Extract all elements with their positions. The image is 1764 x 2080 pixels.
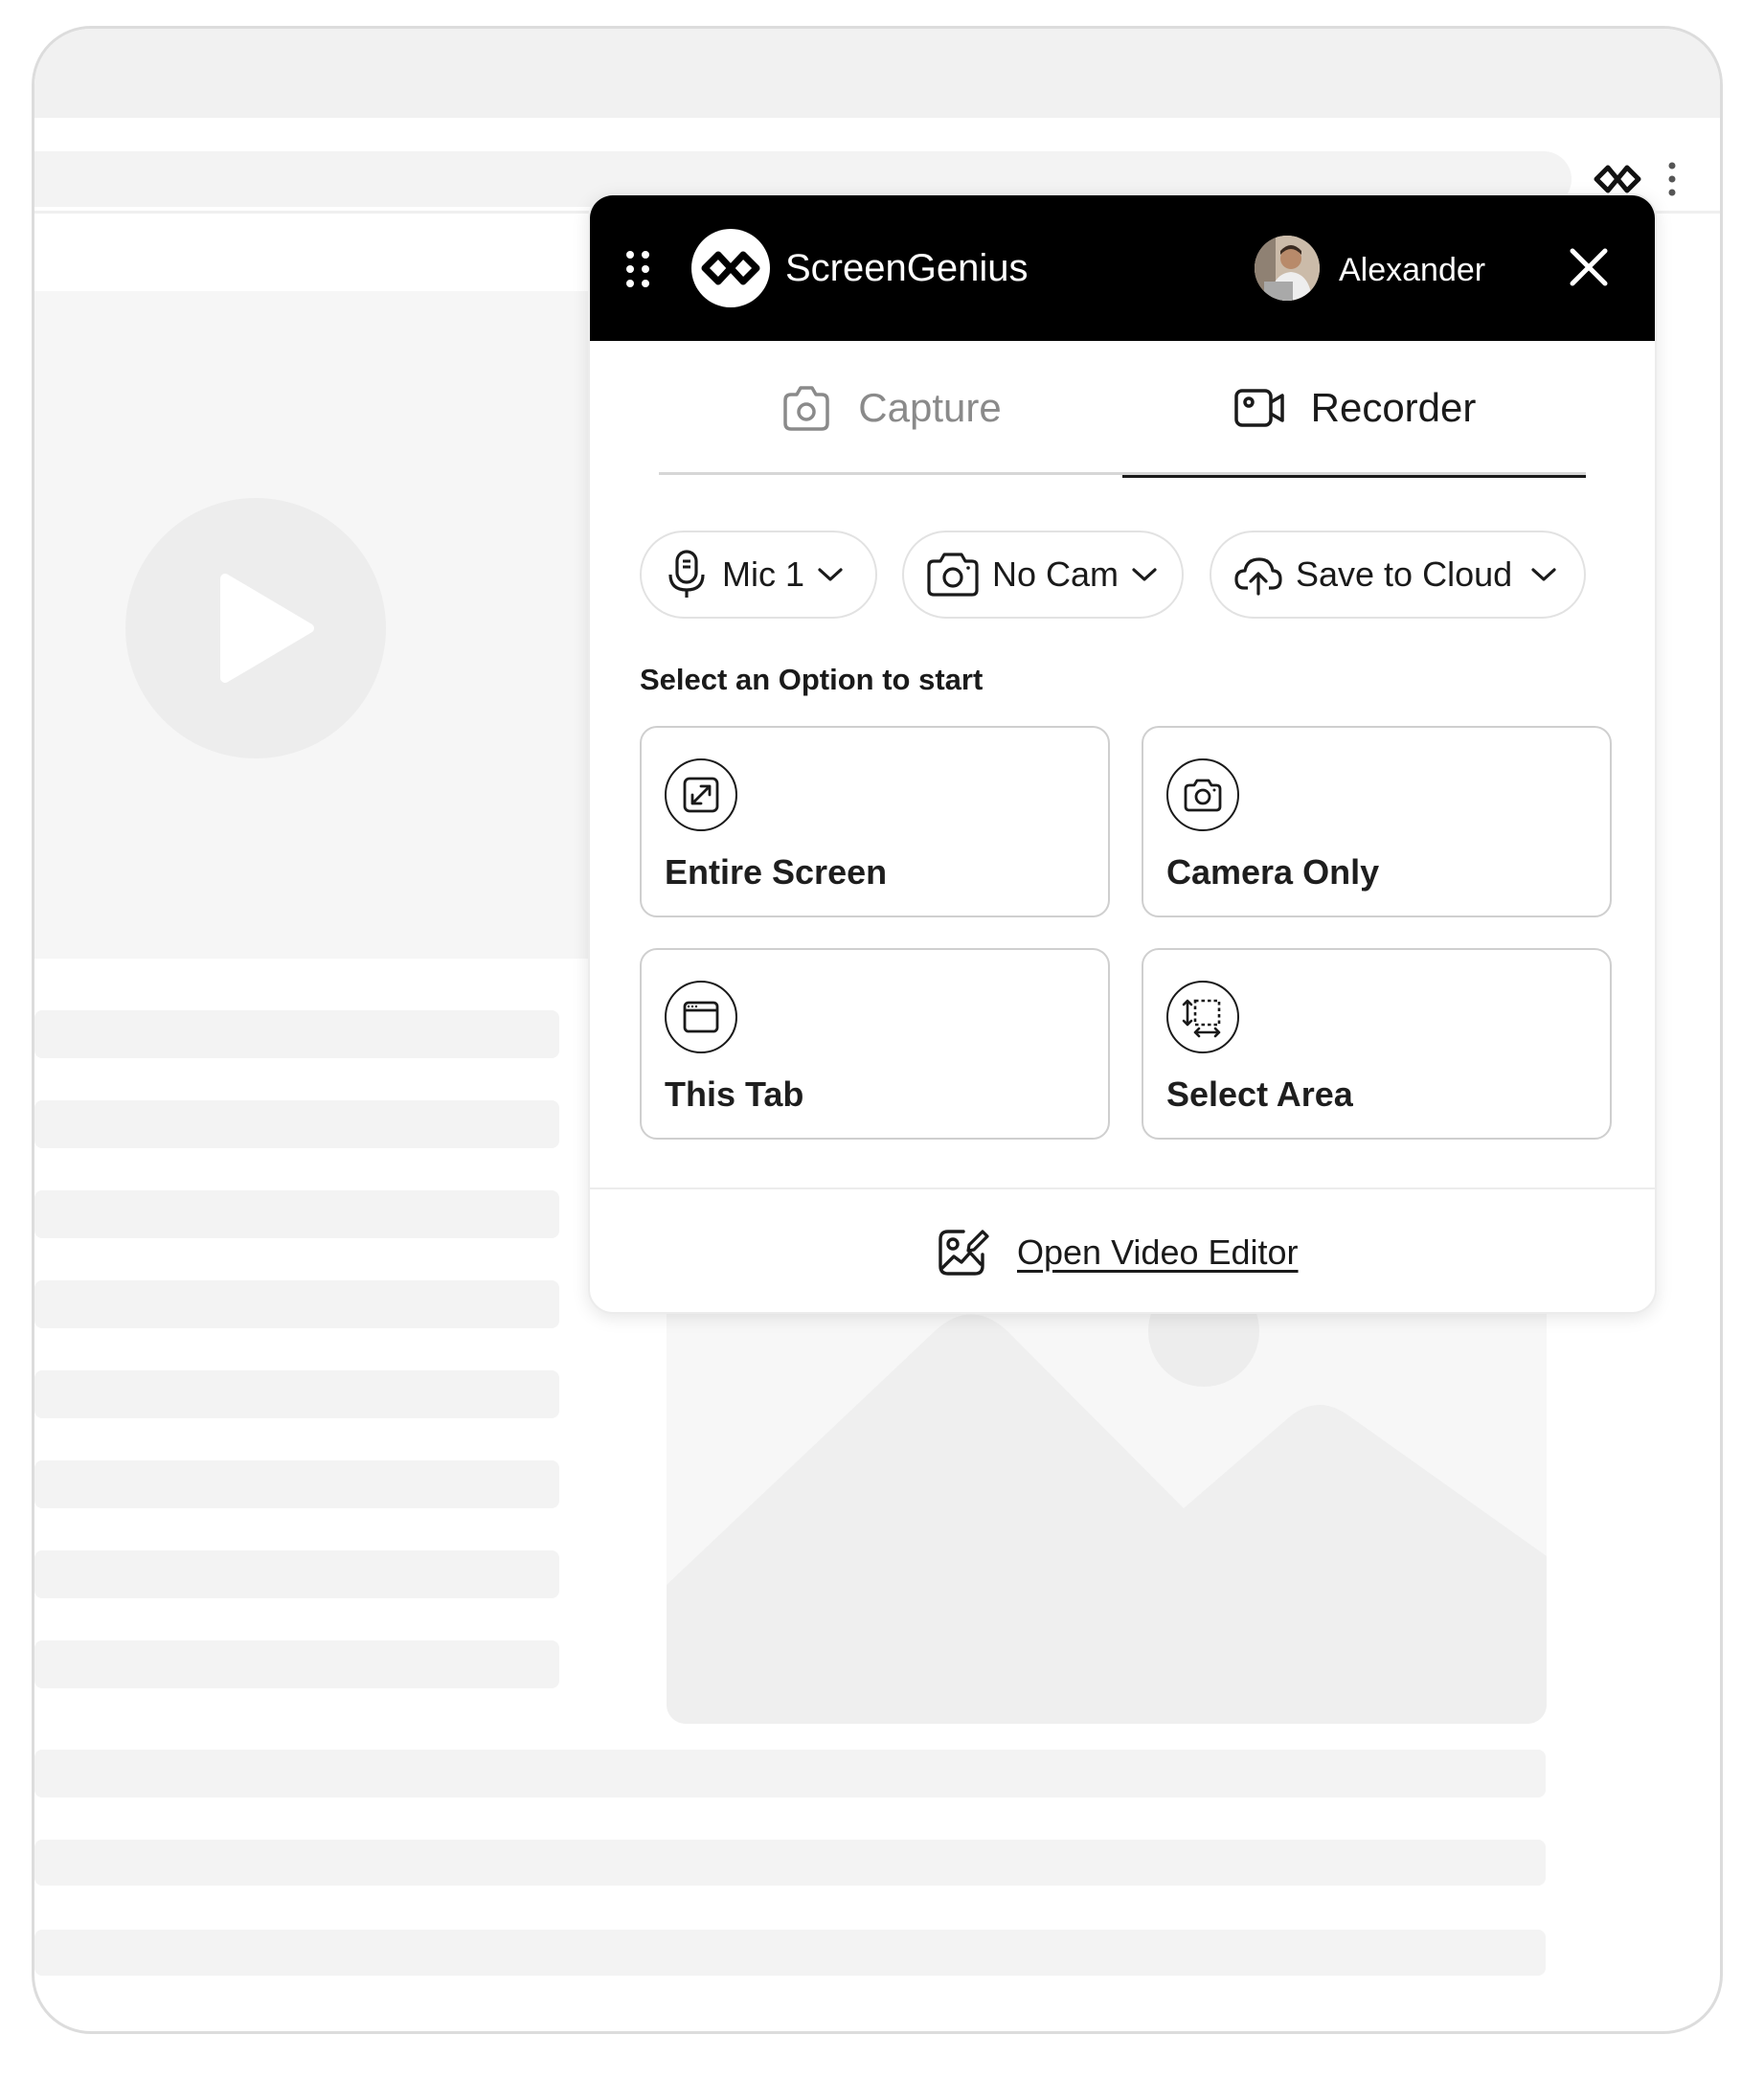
text-placeholder [34, 1550, 559, 1598]
play-placeholder-icon [125, 498, 386, 758]
text-placeholder [34, 1010, 559, 1058]
chevron-down-icon [1531, 568, 1556, 581]
open-video-editor-link[interactable]: Open Video Editor [935, 1224, 1299, 1281]
camera-icon [1166, 758, 1239, 831]
text-placeholder [34, 1370, 559, 1418]
text-placeholder [34, 1190, 559, 1238]
video-camera-icon [1233, 389, 1284, 427]
popup-footer: Open Video Editor [590, 1187, 1655, 1312]
chevron-down-icon [818, 568, 843, 581]
save-target-value: Save to Cloud [1296, 554, 1513, 594]
option-this-tab[interactable]: This Tab [640, 948, 1110, 1140]
save-target-select[interactable]: Save to Cloud [1210, 531, 1586, 619]
user-name[interactable]: Alexander [1339, 251, 1485, 289]
text-placeholder [34, 1280, 559, 1328]
popup-header: ScreenGenius Alexander [590, 195, 1655, 341]
option-entire-screen[interactable]: Entire Screen [640, 726, 1110, 917]
option-select-area[interactable]: Select Area [1142, 948, 1612, 1140]
option-label: Select Area [1166, 1074, 1353, 1114]
mic-select[interactable]: Mic 1 [640, 531, 877, 619]
brand-name: ScreenGenius [785, 247, 1029, 289]
text-placeholder [34, 1640, 559, 1688]
text-placeholder [34, 1840, 1546, 1886]
chevron-down-icon [1132, 568, 1157, 581]
text-placeholder [34, 1930, 1546, 1976]
mic-select-value: Mic 1 [722, 554, 805, 594]
image-edit-icon [939, 1230, 989, 1276]
text-placeholder [34, 1750, 1546, 1797]
browser-tab-icon [665, 981, 737, 1053]
drag-handle-icon[interactable] [624, 249, 651, 289]
tab-recorder-label: Recorder [1310, 385, 1477, 430]
tab-capture[interactable]: Capture [659, 341, 1122, 475]
select-area-icon [1166, 981, 1239, 1053]
avatar[interactable] [1255, 236, 1320, 301]
options-title: Select an Option to start [640, 663, 984, 696]
option-label: Entire Screen [665, 852, 888, 892]
tab-capture-label: Capture [858, 385, 1002, 430]
image-placeholder [667, 1283, 1547, 1724]
camera-icon [927, 553, 979, 597]
screengenius-popup: ScreenGenius Alexander Capture Recorder … [588, 193, 1657, 1314]
camera-select-value: No Cam [992, 554, 1119, 594]
close-icon[interactable] [1567, 245, 1611, 289]
screengenius-logo [691, 229, 770, 307]
option-camera-only[interactable]: Camera Only [1142, 726, 1612, 917]
microphone-icon [668, 550, 705, 598]
open-video-editor-label: Open Video Editor [1017, 1232, 1299, 1272]
camera-select[interactable]: No Cam [902, 531, 1184, 619]
mode-tabs: Capture Recorder [659, 341, 1586, 478]
tab-recorder[interactable]: Recorder [1122, 341, 1586, 478]
text-placeholder [34, 1460, 559, 1508]
expand-icon [665, 758, 737, 831]
cloud-upload-icon [1234, 557, 1282, 596]
option-label: This Tab [665, 1074, 804, 1114]
option-label: Camera Only [1166, 852, 1380, 892]
camera-icon [783, 386, 830, 431]
browser-tab-strip [34, 29, 1720, 118]
text-placeholder [34, 1100, 559, 1148]
browser-menu-icon[interactable] [1662, 160, 1682, 198]
